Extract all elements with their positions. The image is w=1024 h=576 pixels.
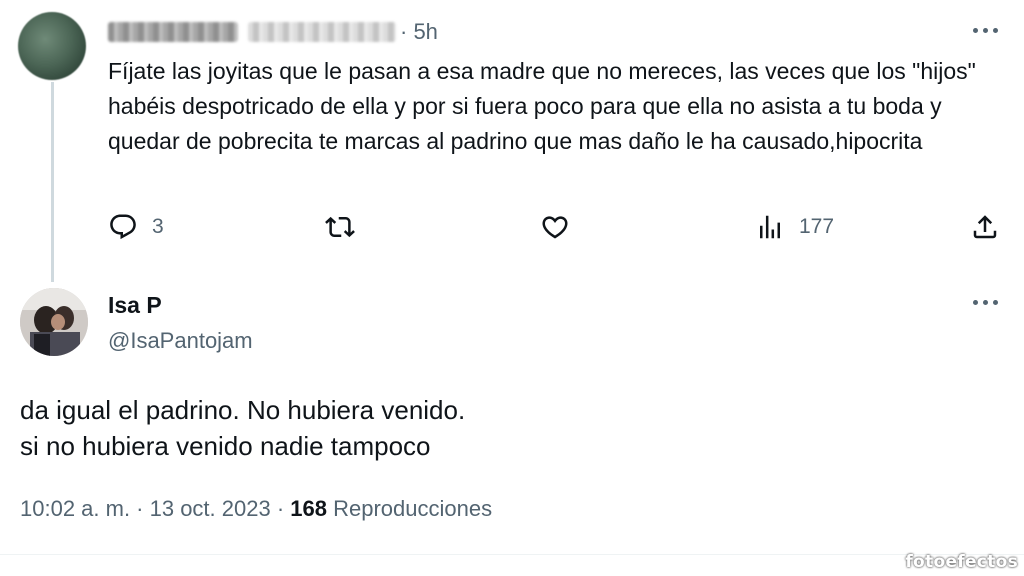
- heart-icon: [542, 216, 568, 239]
- views-button[interactable]: 177: [755, 212, 834, 242]
- avatar-photo: [20, 288, 88, 356]
- watermark-text: fotoefectos: [905, 552, 1018, 572]
- retweet-icon: [325, 216, 355, 238]
- share-button[interactable]: [970, 212, 1000, 242]
- more-options-icon[interactable]: [970, 24, 1000, 36]
- tweet-thread-view: · 5h Fíjate las joyitas que le pasan a e…: [0, 0, 1024, 576]
- share-icon: [973, 215, 997, 239]
- reply-tweet-text: Fíjate las joyitas que le pasan a esa ma…: [108, 58, 976, 154]
- author-handle[interactable]: @IsaPantojam: [108, 328, 253, 354]
- like-button[interactable]: [540, 212, 570, 242]
- thread-connector-line: [51, 82, 54, 282]
- reply-button[interactable]: 3: [108, 212, 164, 242]
- main-tweet-line: si no hubiera venido nadie tampoco: [20, 431, 431, 461]
- blurred-handle[interactable]: [248, 22, 396, 42]
- blurred-avatar[interactable]: [18, 12, 86, 80]
- retweet-button[interactable]: [325, 212, 355, 242]
- tweet-timestamp-row: 10:02 a. m. · 13 oct. 2023 · 168 Reprodu…: [20, 496, 492, 522]
- more-options-icon[interactable]: [970, 296, 1000, 308]
- bar-chart-icon: [760, 215, 780, 239]
- views-label: Reproducciones: [333, 496, 493, 521]
- main-tweet-text: da igual el padrino. No hubiera venido. …: [20, 392, 980, 464]
- views-count: 168: [290, 496, 327, 521]
- profile-avatar[interactable]: [20, 288, 88, 356]
- main-tweet-line: da igual el padrino. No hubiera venido.: [20, 395, 466, 425]
- reply-icon: [110, 214, 136, 240]
- views-count: 177: [799, 215, 835, 238]
- tweet-timestamp[interactable]: 10:02 a. m. · 13 oct. 2023 ·: [20, 496, 284, 521]
- reply-tweet-time[interactable]: · 5h: [400, 19, 438, 45]
- blurred-display-name[interactable]: [108, 22, 238, 42]
- author-display-name[interactable]: Isa P: [108, 292, 162, 319]
- reply-count: 3: [152, 215, 164, 238]
- divider: [0, 554, 1024, 555]
